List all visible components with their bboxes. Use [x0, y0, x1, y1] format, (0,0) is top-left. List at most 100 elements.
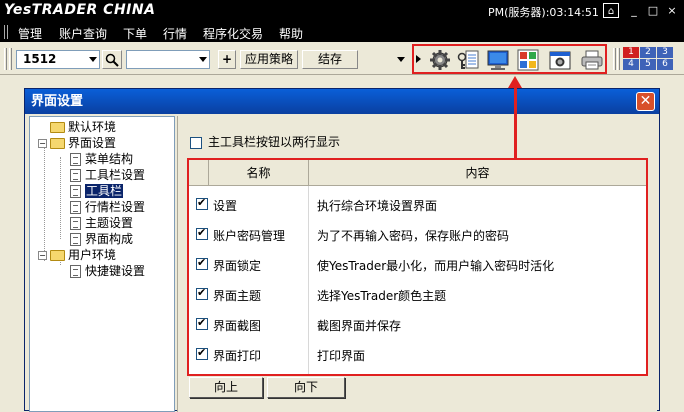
toolbar-icon-group: [412, 44, 607, 74]
list-row[interactable]: 界面锁定 使YesTrader最小化，而用户输入密码时活化: [189, 250, 646, 280]
two-row-option[interactable]: 主工具栏按钮以两行显示: [190, 133, 340, 150]
tree-label: 菜单结构: [85, 152, 134, 166]
tree-node-toolbar-settings[interactable]: 工具栏设置: [70, 167, 145, 183]
secondary-combo[interactable]: [126, 50, 210, 69]
code-combo[interactable]: 1512: [16, 50, 100, 69]
dialog-title: 界面设置: [25, 89, 659, 114]
search-button[interactable]: [102, 50, 122, 69]
toolbar-grip[interactable]: [613, 48, 616, 70]
screen-lock-icon[interactable]: [486, 49, 510, 71]
row-desc: 执行综合环境设置界面: [317, 199, 438, 213]
interface-settings-dialog: 界面设置 ✕ 默认环境 − 界面设置 菜单结构 工具栏设置 工具栏 行情栏设置 主…: [24, 88, 660, 412]
list-row[interactable]: 界面打印 打印界面: [189, 340, 646, 370]
two-row-checkbox[interactable]: [190, 136, 202, 149]
toolbar-grip[interactable]: [4, 48, 7, 70]
tree-label: 用户环境: [68, 248, 117, 262]
home-icon[interactable]: ⌂: [603, 3, 619, 18]
tree-label: 行情栏设置: [85, 200, 146, 214]
tree-label: 主题设置: [85, 216, 134, 230]
move-down-button[interactable]: 向下: [267, 377, 345, 398]
list-row[interactable]: 界面截图 截图界面并保存: [189, 310, 646, 340]
collapse-icon[interactable]: −: [38, 251, 47, 260]
menu-account-query[interactable]: 账户查询: [59, 25, 107, 42]
layout-1-button[interactable]: 1: [623, 47, 639, 58]
row-checkbox[interactable]: [196, 196, 208, 210]
tree-label: 界面设置: [68, 136, 117, 150]
row-checkbox[interactable]: [196, 226, 208, 240]
password-manager-icon[interactable]: [456, 49, 480, 71]
minimize-button[interactable]: _: [626, 3, 642, 18]
chevron-down-icon[interactable]: [397, 57, 405, 62]
document-icon: [70, 233, 81, 246]
tree-label: 界面构成: [85, 232, 134, 246]
toolbar-button-list: 名称 内容 设置 执行综合环境设置界面 账户密码管理 为了不再输入密码，保存账户…: [187, 158, 648, 376]
tree-label: 默认环境: [68, 120, 117, 134]
print-icon[interactable]: [580, 49, 604, 71]
row-desc: 打印界面: [317, 349, 366, 363]
settings-content: 主工具栏按钮以两行显示 名称 内容 设置 执行综合环境设置界面 账户密码管理 为…: [177, 116, 657, 412]
folder-icon: [50, 122, 65, 133]
tree-node-theme-settings[interactable]: 主题设置: [70, 215, 133, 231]
tree-node-interface-settings[interactable]: − 界面设置: [38, 135, 116, 151]
row-checkbox[interactable]: [196, 316, 208, 330]
close-button[interactable]: ×: [664, 3, 680, 18]
collapse-icon[interactable]: −: [38, 139, 47, 148]
layout-3-button[interactable]: 3: [657, 47, 673, 58]
list-row[interactable]: 账户密码管理 为了不再输入密码，保存账户的密码: [189, 220, 646, 250]
folder-open-icon: [50, 138, 65, 149]
header-content[interactable]: 内容: [309, 160, 646, 186]
row-checkbox[interactable]: [196, 286, 208, 300]
toolbar-grip[interactable]: [617, 48, 620, 70]
server-time: PM(服务器):03:14:51: [488, 6, 599, 19]
menu-program-trading[interactable]: 程序化交易: [203, 25, 263, 42]
row-name: 界面打印: [213, 349, 262, 363]
list-row[interactable]: 设置 执行综合环境设置界面: [189, 190, 646, 220]
row-name: 账户密码管理: [213, 229, 286, 243]
document-icon: [70, 169, 81, 182]
move-up-button[interactable]: 向上: [189, 377, 263, 398]
header-name[interactable]: 名称: [209, 160, 309, 186]
tree-node-toolbar[interactable]: 工具栏: [70, 183, 124, 199]
row-checkbox[interactable]: [196, 256, 208, 270]
theme-icon[interactable]: [516, 49, 540, 71]
add-button[interactable]: +: [218, 50, 236, 69]
document-icon: [70, 201, 81, 214]
menu-quotes[interactable]: 行情: [163, 25, 187, 42]
layout-6-button[interactable]: 6: [657, 59, 673, 70]
list-row[interactable]: 界面主题 选择YesTrader颜色主题: [189, 280, 646, 310]
tree-node-hotkey-settings[interactable]: 快捷键设置: [70, 263, 145, 279]
tree-node-quote-bar-settings[interactable]: 行情栏设置: [70, 199, 145, 215]
menu-grip: [4, 25, 8, 39]
menu-manage[interactable]: 管理: [18, 25, 42, 42]
row-name: 设置: [213, 199, 238, 213]
settings-gear-icon[interactable]: [428, 49, 452, 71]
menu-order[interactable]: 下单: [123, 25, 147, 42]
menu-help[interactable]: 帮助: [279, 25, 303, 42]
tree-label: 工具栏: [85, 184, 124, 198]
save-button[interactable]: 结存: [302, 50, 358, 69]
layout-4-button[interactable]: 4: [623, 59, 639, 70]
chevron-down-icon: [199, 57, 207, 62]
app-title-bar: YesTRADER CHINA PM(服务器):03:14:51 ⌂ _ □ ×: [0, 0, 684, 22]
layout-5-button[interactable]: 5: [640, 59, 656, 70]
document-icon: [70, 153, 81, 166]
toolbar-grip[interactable]: [9, 48, 12, 70]
tree-node-interface-composition[interactable]: 界面构成: [70, 231, 133, 247]
settings-tree: 默认环境 − 界面设置 菜单结构 工具栏设置 工具栏 行情栏设置 主题设置 界面构…: [29, 116, 175, 412]
app-logo: YesTRADER CHINA: [4, 2, 156, 18]
list-header: 名称 内容: [189, 160, 646, 186]
chevron-down-icon: [89, 57, 97, 62]
header-check-column: [189, 160, 209, 186]
screenshot-icon[interactable]: [548, 49, 572, 71]
layout-2-button[interactable]: 2: [640, 47, 656, 58]
row-checkbox[interactable]: [196, 346, 208, 360]
folder-open-icon: [50, 250, 65, 261]
dialog-close-button[interactable]: ✕: [636, 92, 655, 111]
tree-node-default-env[interactable]: 默认环境: [50, 119, 116, 135]
code-value: 1512: [23, 52, 57, 66]
tree-node-menu-structure[interactable]: 菜单结构: [70, 151, 133, 167]
row-desc: 选择YesTrader颜色主题: [317, 289, 447, 303]
apply-strategy-button[interactable]: 应用策略: [240, 50, 298, 69]
tree-node-user-env[interactable]: − 用户环境: [38, 247, 116, 263]
maximize-button[interactable]: □: [645, 3, 661, 18]
